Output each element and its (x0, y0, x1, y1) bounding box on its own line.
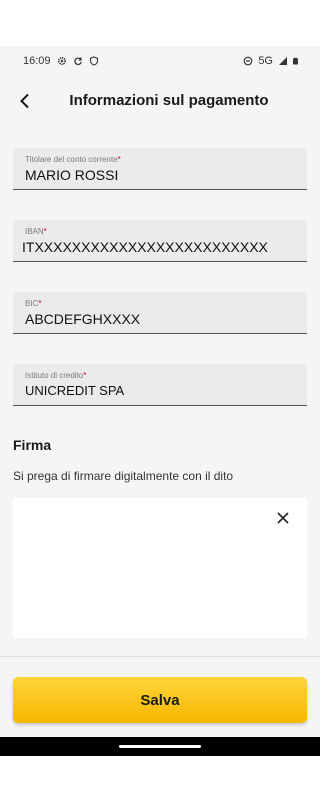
required-mark: * (83, 371, 87, 380)
bic-field[interactable]: BIC* ABCDEFGHXXXX (13, 292, 307, 334)
signature-pad[interactable] (13, 498, 307, 638)
phone-screen: 16:09 5G Informazioni sul pagamento Tito… (0, 46, 320, 756)
network-type: 5G (258, 55, 273, 67)
battery-icon (293, 57, 298, 65)
system-nav-bar (0, 737, 320, 756)
signature-title: Firma (13, 437, 52, 453)
gear-icon (57, 56, 67, 66)
required-mark: * (117, 155, 121, 164)
signal-icon (279, 57, 287, 65)
top-margin (0, 0, 320, 46)
status-bar: 16:09 5G (0, 46, 320, 78)
bank-label: Istituto di credito (25, 371, 84, 380)
iban-label: IBAN (25, 227, 44, 236)
close-icon (277, 512, 289, 524)
sync-icon (74, 57, 82, 66)
status-time: 16:09 (23, 55, 51, 67)
clear-signature-button[interactable] (273, 508, 293, 528)
bic-value: ABCDEFGHXXXX (25, 311, 141, 327)
iban-value: ITXXXXXXXXXXXXXXXXXXXXXXXXX (22, 239, 268, 255)
iban-field[interactable]: IBAN* ITXXXXXXXXXXXXXXXXXXXXXXXXX (13, 220, 307, 262)
required-mark: * (43, 227, 47, 236)
bic-label: BIC (25, 299, 39, 308)
dnd-icon (243, 56, 253, 66)
account-holder-field[interactable]: Titolare del conto corrente* MARIO ROSSI (13, 148, 307, 190)
shield-icon (89, 56, 99, 66)
account-holder-value: MARIO ROSSI (25, 167, 119, 183)
page-title: Informazioni sul pagamento (69, 92, 269, 109)
app-bar: Informazioni sul pagamento (0, 78, 320, 124)
signature-instruction: Si prega di firmare digitalmente con il … (13, 469, 234, 483)
home-indicator[interactable] (119, 745, 201, 748)
bank-field[interactable]: Istituto di credito* UNICREDIT SPA (13, 364, 307, 406)
account-holder-label: Titolare del conto corrente (25, 155, 118, 164)
save-button[interactable]: Salva (13, 677, 307, 723)
bank-value: UNICREDIT SPA (25, 383, 125, 398)
required-mark: * (38, 299, 42, 308)
